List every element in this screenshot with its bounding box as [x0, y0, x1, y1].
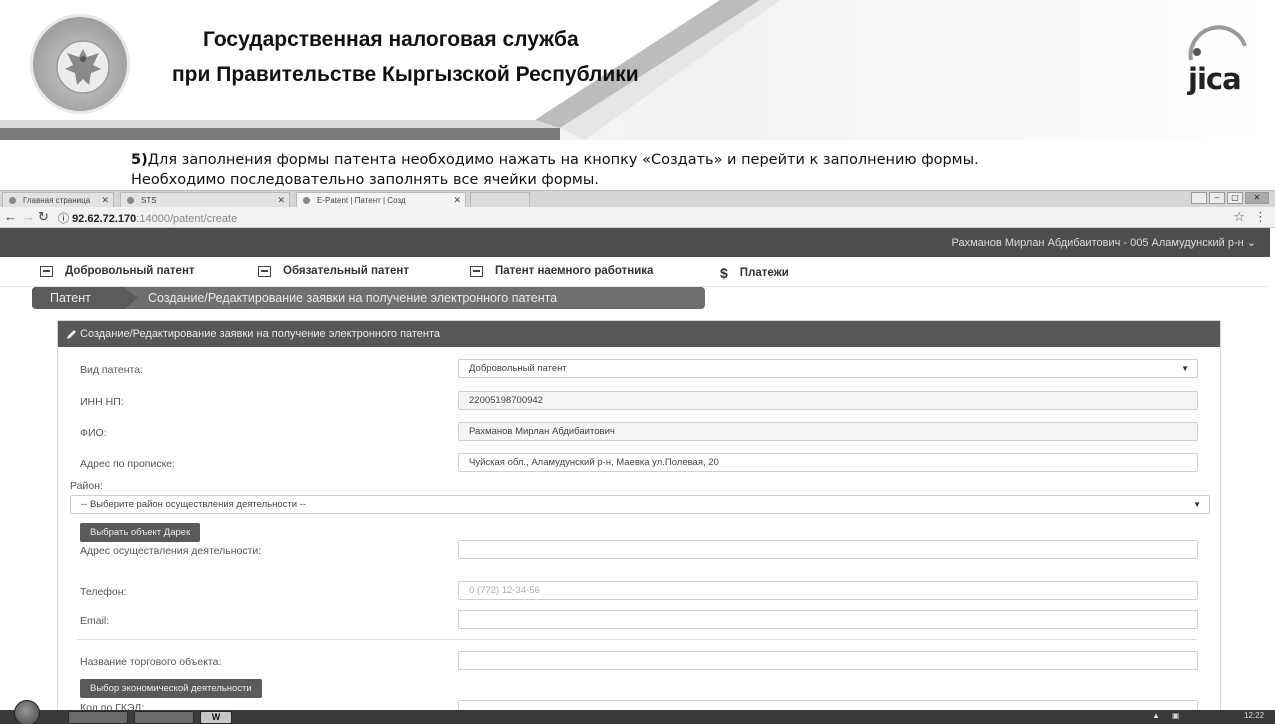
tab-home[interactable]: Главная страница ✕: [2, 192, 114, 207]
form-divider: [77, 639, 1197, 640]
address-field[interactable]: Чуйская обл., Аламудунский р-н, Маевка у…: [458, 453, 1198, 472]
caret-down-icon: ▼: [1193, 500, 1201, 509]
nav-employee-patent[interactable]: Патент наемного работника: [470, 265, 653, 277]
close-icon[interactable]: ✕: [453, 193, 461, 208]
dollar-icon: $: [720, 265, 728, 281]
main-nav: Добровольный патент Обязательный патент …: [0, 257, 1270, 287]
tray-arrow-icon[interactable]: ▲: [1152, 711, 1160, 720]
start-button[interactable]: [14, 700, 40, 724]
home-favicon-icon: [9, 197, 16, 204]
phone-label: Телефон:: [80, 586, 127, 598]
clock[interactable]: 12:22: [1244, 711, 1264, 720]
panel-header: Создание/Редактирование заявки на получе…: [58, 321, 1220, 347]
instruction-step: 5): [131, 152, 148, 168]
patent-type-select[interactable]: Добровольный патент ▼: [458, 359, 1198, 378]
taskbar-explorer-button[interactable]: [68, 711, 128, 724]
taskbar-word-button[interactable]: W: [200, 711, 232, 724]
bookmark-star-icon[interactable]: ☆: [1233, 209, 1245, 225]
instruction-text: Для заполнения формы патента необходимо …: [147, 152, 979, 168]
tab-label: E-Patent | Патент | Созд: [317, 196, 406, 205]
user-icon[interactable]: [1191, 192, 1207, 204]
document-icon: [40, 265, 53, 277]
window-close-icon[interactable]: ✕: [1245, 192, 1269, 204]
new-tab-button[interactable]: [470, 192, 530, 207]
nav-mandatory-patent[interactable]: Обязательный патент: [258, 265, 409, 277]
url-field[interactable]: ⓘ 92.62.72.170:14000/patent/create: [58, 210, 237, 226]
epatent-favicon-icon: [303, 197, 310, 204]
panel-title: Создание/Редактирование заявки на получе…: [80, 328, 441, 340]
nav-label: Обязательный патент: [283, 265, 409, 277]
network-icon[interactable]: ▣: [1172, 711, 1180, 720]
fio-field[interactable]: Рахманов Мирлан Абдибаитович: [458, 422, 1198, 441]
district-value: -- Выберите район осуществления деятельн…: [81, 499, 306, 510]
inn-field[interactable]: 22005198700942: [458, 391, 1198, 410]
nav-label: Платежи: [739, 267, 789, 279]
phone-field[interactable]: 0 (772) 12-34-56: [458, 581, 1198, 600]
minimize-icon[interactable]: –: [1209, 192, 1225, 204]
forward-arrow-icon[interactable]: →: [22, 209, 35, 224]
breadcrumb-root[interactable]: Патент: [32, 287, 124, 309]
taskbar-browser-button[interactable]: [134, 711, 194, 724]
chevron-down-icon: ⌄: [1246, 237, 1256, 249]
breadcrumb-current: Создание/Редактирование заявки на получе…: [148, 291, 558, 305]
window-controls: – ▢ ✕: [1191, 192, 1269, 204]
info-icon: ⓘ: [58, 213, 73, 225]
nav-label: Патент наемного работника: [495, 265, 654, 277]
address-label: Адрес по прописке:: [80, 458, 176, 470]
address-bar: ← → ↻ ⓘ 92.62.72.170:14000/patent/create…: [0, 207, 1275, 228]
document-icon: [470, 265, 483, 277]
email-label: Email:: [80, 615, 110, 627]
instruction-line2: Необходимо последовательно заполнять все…: [131, 172, 599, 188]
document-icon: [258, 265, 271, 277]
pencil-icon: [67, 330, 76, 339]
trade-object-label: Название торгового объекта:: [80, 656, 222, 668]
select-object-button[interactable]: Выбрать объект Дарек: [80, 523, 201, 542]
fio-label: ФИО:: [80, 427, 107, 439]
back-arrow-icon[interactable]: ←: [4, 209, 17, 224]
jica-logo-text: jica: [1188, 62, 1242, 96]
trade-object-field[interactable]: [458, 651, 1198, 670]
close-icon[interactable]: ✕: [101, 193, 109, 208]
word-icon: W: [211, 712, 221, 722]
url-path: :14000/patent/create: [136, 213, 238, 225]
user-menu[interactable]: Рахманов Мирлан Абдибаитович - 005 Аламу…: [951, 236, 1256, 249]
caret-down-icon: ▼: [1181, 364, 1189, 373]
nav-payments[interactable]: $ Платежи: [720, 265, 789, 281]
reload-icon[interactable]: ↻: [38, 209, 49, 225]
instruction-line1: 5)Для заполнения формы патента необходим…: [131, 152, 979, 168]
patent-type-label: Вид патента:: [80, 364, 143, 376]
application-form-panel: Создание/Редактирование заявки на получе…: [57, 320, 1221, 724]
slide-header: Государственная налоговая служба при Пра…: [0, 0, 1275, 150]
breadcrumb-arrow-icon: [124, 287, 138, 309]
close-icon[interactable]: ✕: [277, 193, 285, 208]
economic-activity-button[interactable]: Выбор экономической деятельности: [80, 679, 262, 698]
district-select[interactable]: -- Выберите район осуществления деятельн…: [70, 495, 1210, 514]
eagle-icon: [56, 40, 110, 94]
patent-type-value: Добровольный патент: [469, 363, 567, 374]
inn-label: ИНН НП:: [80, 396, 124, 408]
tab-label: Главная страница: [23, 196, 91, 205]
activity-address-label: Адрес осуществления деятельности:: [80, 545, 262, 557]
tab-label: STS: [141, 196, 157, 205]
district-label: Район:: [70, 480, 103, 492]
user-name: Рахманов Мирлан Абдибаитович - 005 Аламу…: [951, 237, 1244, 249]
email-field[interactable]: [458, 610, 1198, 629]
nav-voluntary-patent[interactable]: Добровольный патент: [40, 265, 195, 277]
org-name-line2: при Правительстве Кыргызской Республики: [172, 63, 639, 86]
tax-service-emblem: [30, 14, 130, 114]
url-host: 92.62.72.170: [72, 213, 137, 225]
maximize-icon[interactable]: ▢: [1227, 192, 1243, 204]
breadcrumb: Патент Создание/Редактирование заявки на…: [32, 287, 705, 309]
org-name-line1: Государственная налоговая служба: [203, 28, 579, 51]
activity-address-field[interactable]: [458, 540, 1198, 559]
tab-epatent[interactable]: E-Patent | Патент | Созд ✕: [296, 192, 466, 207]
sts-favicon-icon: [127, 197, 134, 204]
browser-menu-icon[interactable]: ⋮: [1254, 209, 1267, 225]
browser-tab-bar: Главная страница ✕ STS ✕ E-Patent | Пате…: [0, 190, 1275, 207]
nav-label: Добровольный патент: [65, 265, 195, 277]
tab-sts[interactable]: STS ✕: [120, 192, 290, 207]
app-top-bar: Рахманов Мирлан Абдибаитович - 005 Аламу…: [0, 228, 1270, 257]
